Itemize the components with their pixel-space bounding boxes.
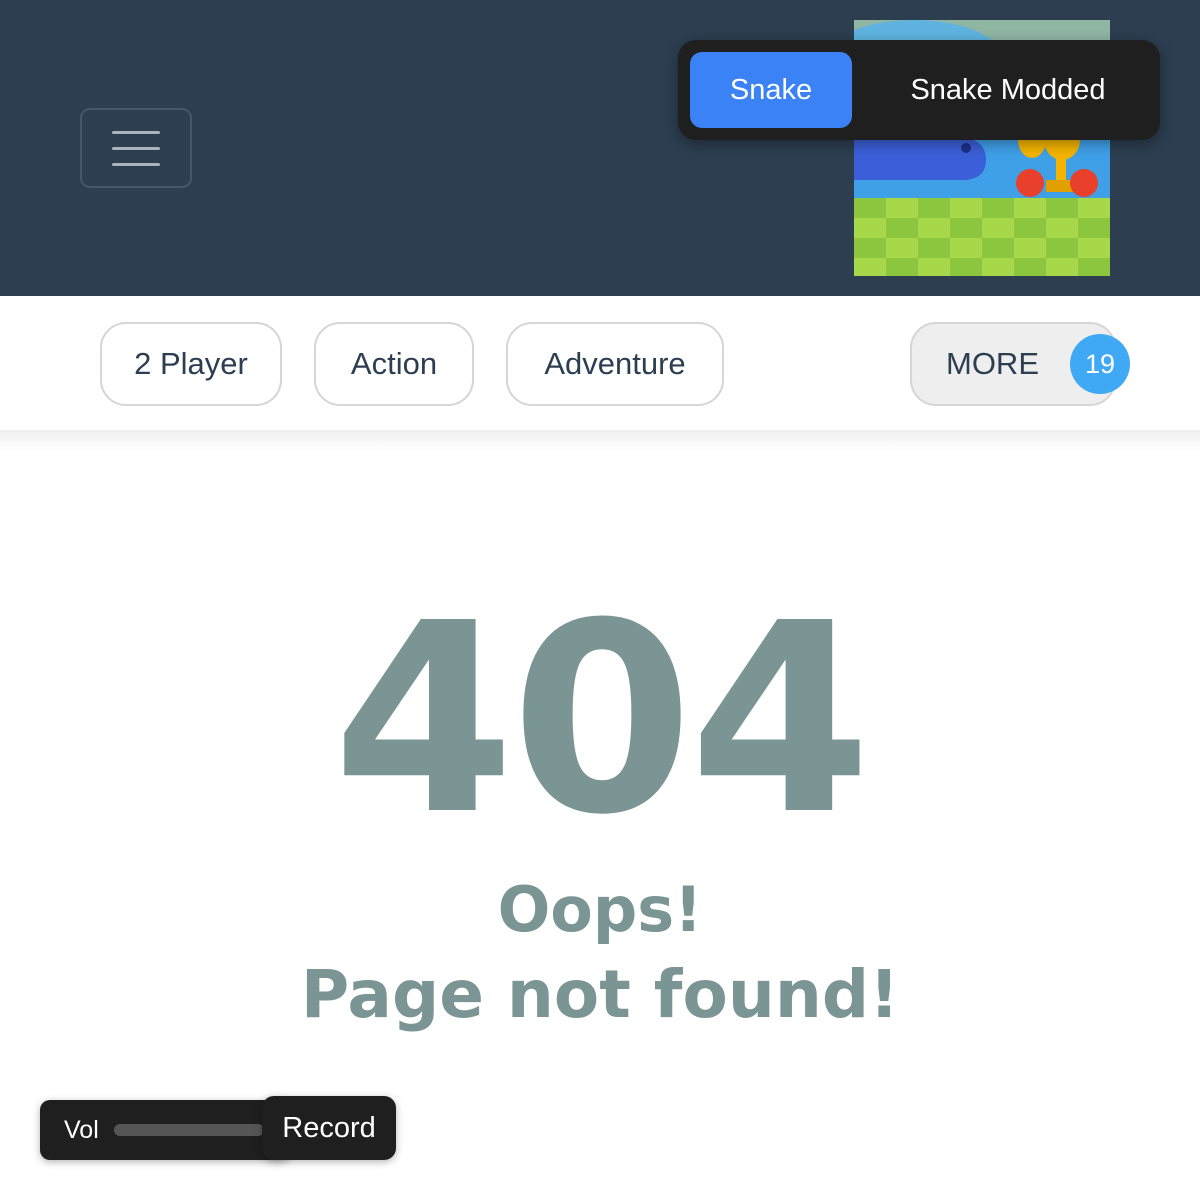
hamburger-menu-icon-bar (112, 162, 160, 166)
tab-snake-modded[interactable]: Snake Modded (878, 52, 1138, 128)
hamburger-menu-icon (112, 130, 160, 134)
volume-label: Vol (64, 1116, 99, 1144)
category-2-player[interactable]: 2 Player (100, 322, 282, 406)
category-bar-shadow (0, 430, 1200, 452)
volume-slider[interactable] (114, 1124, 264, 1136)
hamburger-menu-button[interactable] (80, 108, 192, 188)
category-bar: 2 Player Action Adventure MORE 19 (0, 296, 1200, 432)
record-button[interactable]: Record (262, 1096, 396, 1160)
more-count-badge: 19 (1070, 334, 1130, 394)
error-title: Oops! (497, 873, 703, 946)
error-code: 404 (332, 567, 872, 872)
category-action[interactable]: Action (314, 322, 474, 406)
game-tabs: Snake Snake Modded (678, 40, 1160, 140)
error-message: Page not found! (300, 956, 900, 1033)
hamburger-menu-icon-bar (112, 146, 160, 150)
volume-control: Vol (40, 1100, 290, 1160)
category-adventure[interactable]: Adventure (506, 322, 724, 406)
more-label: MORE (946, 346, 1039, 381)
header: Snake Snake Modded (0, 0, 1200, 296)
tab-snake[interactable]: Snake (690, 52, 852, 128)
